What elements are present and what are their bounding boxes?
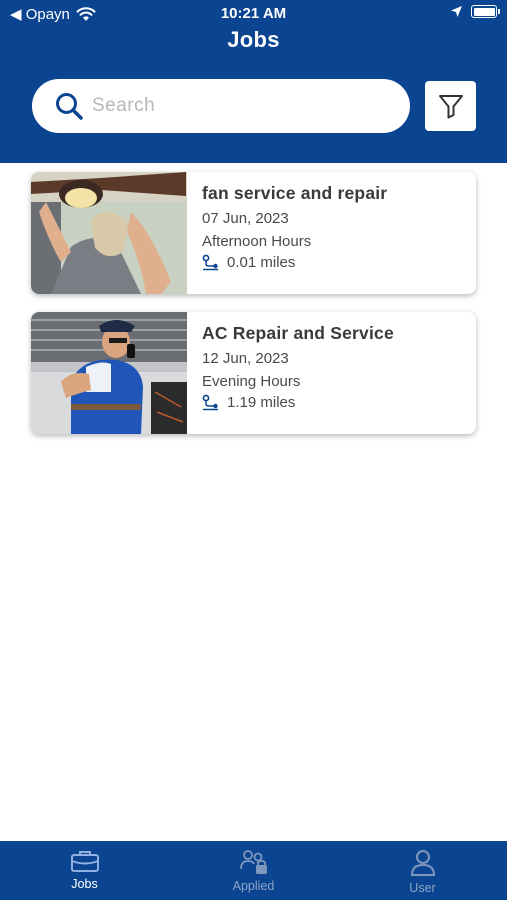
bottom-tab-bar: Jobs Applied User xyxy=(0,841,507,900)
job-distance-value: 1.19 miles xyxy=(227,394,296,411)
user-icon xyxy=(410,850,435,876)
filter-icon xyxy=(438,95,463,119)
job-time-slot: Afternoon Hours xyxy=(202,233,312,250)
job-distance: 0.01 miles xyxy=(202,254,468,271)
job-info: fan service and repair 07 Jun, 2023 Afte… xyxy=(202,183,468,271)
job-date: 07 Jun, 2023 xyxy=(202,210,289,227)
job-card[interactable]: AC Repair and Service 12 Jun, 2023 Eveni… xyxy=(31,312,476,434)
tab-applied[interactable]: Applied xyxy=(169,841,338,900)
route-icon xyxy=(202,254,218,271)
jobs-list: fan service and repair 07 Jun, 2023 Afte… xyxy=(31,172,476,452)
tab-label: Jobs xyxy=(71,877,98,891)
app-header: ◀ Opayn 10:21 AM Jobs Search xyxy=(0,0,507,163)
job-title: fan service and repair xyxy=(202,183,388,203)
battery-icon xyxy=(471,5,500,18)
search-bar[interactable]: Search xyxy=(32,79,410,133)
job-card[interactable]: fan service and repair 07 Jun, 2023 Afte… xyxy=(31,172,476,294)
location-arrow-icon xyxy=(451,6,462,17)
tab-jobs[interactable]: Jobs xyxy=(0,841,169,900)
job-image-ac-repair xyxy=(31,312,187,434)
tab-user[interactable]: User xyxy=(338,841,507,900)
status-right xyxy=(450,5,500,18)
tab-label: Applied xyxy=(232,879,275,893)
route-icon xyxy=(202,394,218,411)
search-icon xyxy=(56,93,83,120)
job-date: 12 Jun, 2023 xyxy=(202,350,289,367)
job-time-slot: Evening Hours xyxy=(202,373,301,390)
job-distance: 1.19 miles xyxy=(202,394,468,411)
people-lock-icon xyxy=(239,850,267,874)
job-image-fan-repair xyxy=(31,172,187,294)
status-time: 10:21 AM xyxy=(220,5,287,22)
page-title: Jobs xyxy=(227,27,280,52)
job-info: AC Repair and Service 12 Jun, 2023 Eveni… xyxy=(202,323,468,411)
tab-label: User xyxy=(409,881,436,895)
briefcase-icon xyxy=(70,851,99,872)
job-distance-value: 0.01 miles xyxy=(227,254,296,271)
search-input[interactable]: Search xyxy=(92,95,155,117)
status-bar: ◀ Opayn 10:21 AM xyxy=(0,0,507,28)
job-title: AC Repair and Service xyxy=(202,323,394,343)
filter-button[interactable] xyxy=(425,81,476,131)
